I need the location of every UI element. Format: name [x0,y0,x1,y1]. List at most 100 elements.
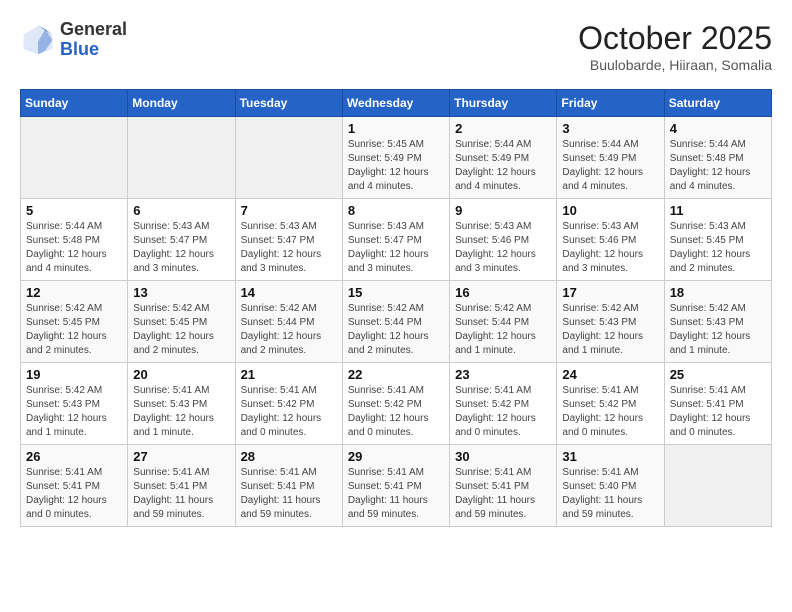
day-info: Sunrise: 5:41 AM Sunset: 5:41 PM Dayligh… [133,466,229,522]
calendar-cell: 22 Sunrise: 5:41 AM Sunset: 5:42 PM Dayli… [342,363,449,445]
day-info: Sunrise: 5:42 AM Sunset: 5:43 PM Dayligh… [26,384,122,440]
day-number: 27 [133,449,229,464]
day-number: 16 [455,285,551,300]
day-number: 19 [26,367,122,382]
logo: General Blue [20,20,127,60]
day-number: 24 [562,367,658,382]
day-info: Sunrise: 5:44 AM Sunset: 5:49 PM Dayligh… [455,138,551,194]
calendar-cell [128,117,235,199]
calendar-cell: 19 Sunrise: 5:42 AM Sunset: 5:43 PM Dayli… [21,363,128,445]
day-number: 18 [670,285,766,300]
day-info: Sunrise: 5:42 AM Sunset: 5:45 PM Dayligh… [133,302,229,358]
weekday-header-friday: Friday [557,90,664,117]
logo-icon [20,22,56,58]
day-info: Sunrise: 5:41 AM Sunset: 5:41 PM Dayligh… [241,466,337,522]
logo-blue-text: Blue [60,40,127,60]
calendar-cell: 9 Sunrise: 5:43 AM Sunset: 5:46 PM Daylig… [450,199,557,281]
calendar-cell: 14Sunrise: 5:42 AM Sunset: 5:44 PM Dayli… [235,281,342,363]
calendar-cell: 6 Sunrise: 5:43 AM Sunset: 5:47 PM Daylig… [128,199,235,281]
day-number: 20 [133,367,229,382]
day-info: Sunrise: 5:43 AM Sunset: 5:47 PM Dayligh… [133,220,229,276]
calendar-cell: 5 Sunrise: 5:44 AM Sunset: 5:48 PM Daylig… [21,199,128,281]
calendar-cell [235,117,342,199]
day-number: 21 [241,367,337,382]
day-info: Sunrise: 5:41 AM Sunset: 5:40 PM Dayligh… [562,466,658,522]
calendar-cell: 1Sunrise: 5:45 AM Sunset: 5:49 PM Daylig… [342,117,449,199]
day-info: Sunrise: 5:44 AM Sunset: 5:48 PM Dayligh… [670,138,766,194]
calendar-cell: 28 Sunrise: 5:41 AM Sunset: 5:41 PM Dayli… [235,445,342,527]
calendar-cell [21,117,128,199]
day-info: Sunrise: 5:41 AM Sunset: 5:43 PM Dayligh… [133,384,229,440]
logo-general-text: General [60,20,127,40]
day-number: 11 [670,203,766,218]
day-number: 6 [133,203,229,218]
day-number: 8 [348,203,444,218]
day-number: 30 [455,449,551,464]
calendar-cell: 13Sunrise: 5:42 AM Sunset: 5:45 PM Dayli… [128,281,235,363]
day-info: Sunrise: 5:41 AM Sunset: 5:41 PM Dayligh… [348,466,444,522]
calendar-cell: 3 Sunrise: 5:44 AM Sunset: 5:49 PM Daylig… [557,117,664,199]
day-info: Sunrise: 5:42 AM Sunset: 5:43 PM Dayligh… [670,302,766,358]
day-info: Sunrise: 5:41 AM Sunset: 5:41 PM Dayligh… [26,466,122,522]
weekday-header-tuesday: Tuesday [235,90,342,117]
day-number: 1 [348,121,444,136]
calendar-cell: 25Sunrise: 5:41 AM Sunset: 5:41 PM Dayli… [664,363,771,445]
calendar-week-1: 1Sunrise: 5:45 AM Sunset: 5:49 PM Daylig… [21,117,772,199]
day-info: Sunrise: 5:42 AM Sunset: 5:45 PM Dayligh… [26,302,122,358]
calendar-cell: 16 Sunrise: 5:42 AM Sunset: 5:44 PM Dayli… [450,281,557,363]
day-info: Sunrise: 5:41 AM Sunset: 5:41 PM Dayligh… [455,466,551,522]
calendar-cell: 17 Sunrise: 5:42 AM Sunset: 5:43 PM Dayli… [557,281,664,363]
day-number: 9 [455,203,551,218]
calendar-week-5: 26 Sunrise: 5:41 AM Sunset: 5:41 PM Dayli… [21,445,772,527]
day-number: 12 [26,285,122,300]
calendar-cell: 12 Sunrise: 5:42 AM Sunset: 5:45 PM Dayli… [21,281,128,363]
weekday-header-thursday: Thursday [450,90,557,117]
day-number: 10 [562,203,658,218]
calendar-cell: 21Sunrise: 5:41 AM Sunset: 5:42 PM Dayli… [235,363,342,445]
calendar-cell: 30 Sunrise: 5:41 AM Sunset: 5:41 PM Dayli… [450,445,557,527]
calendar-cell: 29 Sunrise: 5:41 AM Sunset: 5:41 PM Dayli… [342,445,449,527]
day-info: Sunrise: 5:43 AM Sunset: 5:47 PM Dayligh… [348,220,444,276]
day-number: 22 [348,367,444,382]
day-number: 28 [241,449,337,464]
day-info: Sunrise: 5:43 AM Sunset: 5:46 PM Dayligh… [562,220,658,276]
day-number: 5 [26,203,122,218]
day-info: Sunrise: 5:43 AM Sunset: 5:47 PM Dayligh… [241,220,337,276]
day-number: 3 [562,121,658,136]
day-number: 29 [348,449,444,464]
day-number: 2 [455,121,551,136]
day-info: Sunrise: 5:44 AM Sunset: 5:48 PM Dayligh… [26,220,122,276]
day-number: 7 [241,203,337,218]
day-number: 31 [562,449,658,464]
calendar-week-3: 12 Sunrise: 5:42 AM Sunset: 5:45 PM Dayli… [21,281,772,363]
calendar-cell: 24Sunrise: 5:41 AM Sunset: 5:42 PM Dayli… [557,363,664,445]
calendar-header: SundayMondayTuesdayWednesdayThursdayFrid… [21,90,772,117]
calendar-cell: 10 Sunrise: 5:43 AM Sunset: 5:46 PM Dayli… [557,199,664,281]
calendar-week-2: 5 Sunrise: 5:44 AM Sunset: 5:48 PM Daylig… [21,199,772,281]
day-number: 4 [670,121,766,136]
day-number: 26 [26,449,122,464]
day-info: Sunrise: 5:42 AM Sunset: 5:44 PM Dayligh… [455,302,551,358]
calendar-cell [664,445,771,527]
day-info: Sunrise: 5:41 AM Sunset: 5:42 PM Dayligh… [348,384,444,440]
page-header: General Blue October 2025 Buulobarde, Hi… [20,20,772,73]
day-info: Sunrise: 5:43 AM Sunset: 5:46 PM Dayligh… [455,220,551,276]
day-number: 17 [562,285,658,300]
location-subtitle: Buulobarde, Hiiraan, Somalia [578,57,772,73]
calendar-cell: 23Sunrise: 5:41 AM Sunset: 5:42 PM Dayli… [450,363,557,445]
calendar-cell: 7 Sunrise: 5:43 AM Sunset: 5:47 PM Daylig… [235,199,342,281]
weekday-header-wednesday: Wednesday [342,90,449,117]
day-number: 25 [670,367,766,382]
day-info: Sunrise: 5:42 AM Sunset: 5:44 PM Dayligh… [348,302,444,358]
day-number: 15 [348,285,444,300]
calendar-table: SundayMondayTuesdayWednesdayThursdayFrid… [20,89,772,527]
calendar-cell: 15 Sunrise: 5:42 AM Sunset: 5:44 PM Dayli… [342,281,449,363]
day-info: Sunrise: 5:42 AM Sunset: 5:43 PM Dayligh… [562,302,658,358]
day-info: Sunrise: 5:44 AM Sunset: 5:49 PM Dayligh… [562,138,658,194]
weekday-header-sunday: Sunday [21,90,128,117]
weekday-header-saturday: Saturday [664,90,771,117]
day-info: Sunrise: 5:43 AM Sunset: 5:45 PM Dayligh… [670,220,766,276]
day-info: Sunrise: 5:42 AM Sunset: 5:44 PM Dayligh… [241,302,337,358]
calendar-cell: 18 Sunrise: 5:42 AM Sunset: 5:43 PM Dayli… [664,281,771,363]
calendar-cell: 26 Sunrise: 5:41 AM Sunset: 5:41 PM Dayli… [21,445,128,527]
